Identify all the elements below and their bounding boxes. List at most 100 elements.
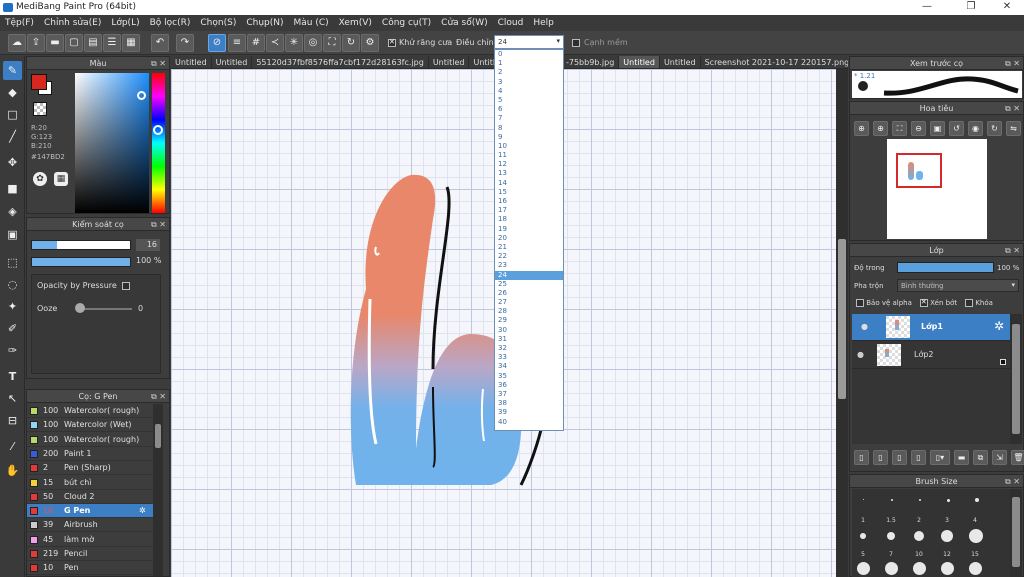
operation-tool-icon[interactable]: ↖	[3, 389, 22, 408]
dropdown-option[interactable]: 29	[495, 316, 563, 325]
menu-capture[interactable]: Chụp(N)	[241, 18, 288, 28]
brush-list-item[interactable]: 219 Pencil	[27, 547, 153, 561]
menu-cloud[interactable]: Cloud	[493, 18, 529, 28]
panel-close-icon[interactable]: ⧉ ✕	[1005, 244, 1020, 257]
new-1bit-layer-icon[interactable]: ▯	[911, 450, 926, 465]
dropdown-option[interactable]: 3	[495, 78, 563, 87]
page-icon[interactable]: ▤	[84, 34, 102, 52]
dropdown-option[interactable]: 32	[495, 344, 563, 353]
panel-close-icon[interactable]: ⧉ ✕	[151, 57, 166, 70]
merge-layer-icon[interactable]: ⇲	[992, 450, 1007, 465]
dropdown-option[interactable]: 20	[495, 234, 563, 243]
brush-size-option[interactable]	[969, 562, 982, 575]
brush-size-option[interactable]	[887, 532, 895, 540]
grid-icon[interactable]: ▦	[122, 34, 140, 52]
dropdown-option[interactable]: 28	[495, 307, 563, 316]
transparent-color-swatch[interactable]	[33, 102, 47, 116]
layer-scroll-thumb[interactable]	[1012, 324, 1020, 434]
dropdown-option[interactable]: 7	[495, 114, 563, 123]
zoom-in-icon[interactable]: ⊕	[854, 121, 869, 136]
fit-screen-icon[interactable]: ⛶	[892, 121, 907, 136]
dropdown-option[interactable]: 31	[495, 335, 563, 344]
dropdown-option[interactable]: 11	[495, 151, 563, 160]
dropdown-option[interactable]: 17	[495, 206, 563, 215]
radial-snap-icon[interactable]: ✳	[285, 34, 303, 52]
zoom-in-alt-icon[interactable]: ⊕	[873, 121, 888, 136]
hand-tool-icon[interactable]: ✋	[3, 461, 22, 480]
frame-icon[interactable]: ▢	[65, 34, 83, 52]
close-button[interactable]: ✕	[992, 0, 1022, 15]
text-tool-icon[interactable]: T	[3, 367, 22, 386]
brush-list-scroll-thumb[interactable]	[155, 424, 161, 448]
primary-color-swatch[interactable]	[31, 74, 47, 90]
new-8bit-layer-icon[interactable]: ▯	[892, 450, 907, 465]
canvas-scroll-thumb[interactable]	[838, 239, 846, 399]
document-tab[interactable]: -75bb9b.jpg	[562, 56, 620, 68]
panel-close-icon[interactable]: ⧉ ✕	[1005, 102, 1020, 115]
gear-icon[interactable]: ✲	[139, 504, 146, 518]
flip-icon[interactable]: ⇋	[1006, 121, 1021, 136]
vanish-snap-icon[interactable]: ≺	[266, 34, 284, 52]
brush-size-option[interactable]	[947, 499, 950, 502]
brush-size-option[interactable]	[919, 499, 921, 501]
color-history-icon[interactable]: ▦	[54, 172, 68, 186]
menu-file[interactable]: Tệp(F)	[0, 18, 39, 28]
menu-edit[interactable]: Chỉnh sửa(E)	[39, 18, 106, 28]
panel-close-icon[interactable]: ⧉ ✕	[151, 390, 166, 403]
document-tab[interactable]: Untitled	[212, 56, 253, 68]
line-tool-icon[interactable]: ╱	[3, 127, 22, 146]
dropdown-option[interactable]: 8	[495, 124, 563, 133]
gear-icon[interactable]: ✲	[994, 319, 1004, 333]
dropdown-option[interactable]: 27	[495, 298, 563, 307]
menu-color[interactable]: Màu (C)	[289, 18, 334, 28]
brush-size-option[interactable]	[857, 562, 870, 575]
brush-list-item[interactable]: 200 Paint 1	[27, 447, 153, 461]
curve-snap-icon[interactable]: ⛶	[323, 34, 341, 52]
brush-list-item[interactable]: 100 Watercolor( rough)	[27, 404, 153, 418]
dropdown-option[interactable]: 2	[495, 68, 563, 77]
menu-window[interactable]: Cửa sổ(W)	[436, 18, 492, 28]
layer-scrollbar[interactable]	[1010, 314, 1022, 444]
lock-checkbox[interactable]: Khóa	[965, 299, 993, 307]
comment-icon[interactable]: ▬	[46, 34, 64, 52]
dropdown-option[interactable]: 23	[495, 261, 563, 270]
snap-off-icon[interactable]: ⊘	[208, 34, 226, 52]
eyedropper-tool-icon[interactable]: ⁄	[3, 437, 22, 456]
sv-cursor[interactable]	[137, 91, 146, 100]
zoom-out-icon[interactable]: ⊖	[911, 121, 926, 136]
hue-cursor[interactable]	[153, 125, 163, 135]
blend-mode-select[interactable]: Bình thường ▾	[897, 279, 1019, 292]
brush-size-option[interactable]	[885, 562, 898, 575]
dropdown-option[interactable]: 22	[495, 252, 563, 261]
dropdown-option[interactable]: 4	[495, 87, 563, 96]
document-tab[interactable]: Untitled	[429, 56, 470, 68]
brush-size-option[interactable]	[891, 499, 893, 501]
saturation-value-picker[interactable]	[75, 73, 149, 213]
dropdown-option[interactable]: 0	[495, 50, 563, 59]
eye-icon[interactable]: ●	[857, 350, 864, 359]
maximize-button[interactable]: ❐	[956, 0, 986, 15]
upload-icon[interactable]: ⇪	[27, 34, 45, 52]
dropdown-option[interactable]: 24	[495, 270, 563, 280]
brush-size-option[interactable]	[941, 530, 953, 542]
menu-select[interactable]: Chọn(S)	[195, 18, 241, 28]
fill-rect-tool-icon[interactable]: ■	[3, 179, 22, 198]
brush-size-option[interactable]	[860, 533, 866, 539]
list-icon[interactable]: ☰	[103, 34, 121, 52]
canvas-scrollbar[interactable]	[836, 69, 848, 577]
opacity-slider[interactable]	[31, 257, 131, 267]
undo-icon[interactable]: ↶	[151, 34, 169, 52]
layer-row-1[interactable]: ● Lớp1 ✲	[852, 314, 1010, 341]
menu-layer[interactable]: Lớp(L)	[106, 18, 144, 28]
eraser-tool-icon[interactable]: ◆	[3, 83, 22, 102]
dropdown-option[interactable]: 10	[495, 142, 563, 151]
divide-tool-icon[interactable]: ⊟	[3, 411, 22, 430]
dropdown-option[interactable]: 21	[495, 243, 563, 252]
menu-tools[interactable]: Công cụ(T)	[377, 18, 436, 28]
brush-list-item[interactable]: 10 Pen	[27, 561, 153, 576]
select-eraser-tool-icon[interactable]: ✑	[3, 341, 22, 360]
eye-icon[interactable]: ●	[861, 322, 868, 331]
dropdown-option[interactable]: 40	[495, 418, 563, 427]
rotate-right-icon[interactable]: ↻	[987, 121, 1002, 136]
dropdown-option[interactable]: 14	[495, 179, 563, 188]
